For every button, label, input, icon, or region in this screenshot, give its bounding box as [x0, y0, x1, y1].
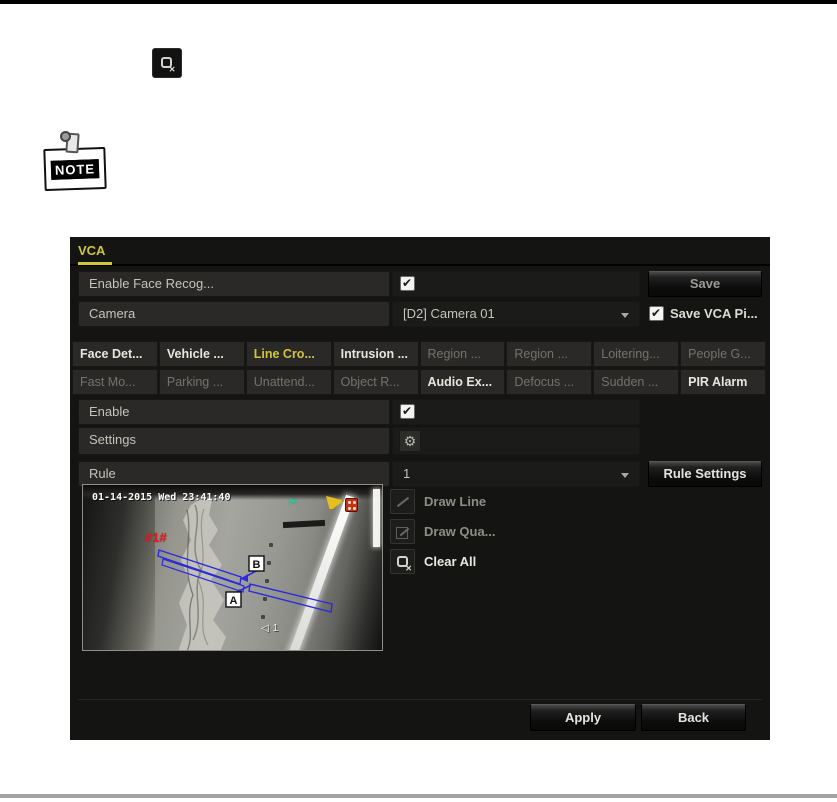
vca-header: VCA	[70, 237, 770, 266]
enable-field	[392, 399, 640, 425]
tab-label: Audio Ex...	[427, 375, 493, 389]
tab-vehicle[interactable]: Vehicle ...	[158, 341, 245, 367]
vca-title-underline	[78, 262, 112, 265]
tab-region[interactable]: Region ...	[506, 341, 593, 367]
tab-unattend[interactable]: Unattend...	[245, 369, 332, 395]
tab-object-r[interactable]: Object R...	[332, 369, 419, 395]
footer-divider	[78, 699, 762, 700]
vca-tab-title: VCA	[78, 243, 106, 258]
save-vca-pic-checkbox[interactable]	[649, 306, 664, 321]
vca-tabs-row2: Fast Mo... Parking ... Unattend... Object R…	[72, 369, 766, 395]
camera-label: Camera	[78, 301, 390, 327]
page-top-rule	[0, 0, 837, 4]
tab-line-cro[interactable]: Line Cro...	[245, 341, 332, 367]
tab-fast-mo[interactable]: Fast Mo...	[72, 369, 158, 395]
tab-label: Object R...	[340, 375, 400, 389]
draw-line-icon	[396, 496, 410, 508]
tab-label: Region ...	[514, 347, 568, 361]
tab-loitering[interactable]: Loitering...	[593, 341, 680, 367]
enable-face-recog-label: Enable Face Recog...	[78, 271, 390, 297]
gear-icon: ⚙	[403, 433, 417, 449]
note-badge: NOTE	[43, 131, 108, 193]
line-crossing-overlay: B A	[157, 549, 333, 613]
clear-all-glyph: ✕	[160, 56, 176, 74]
pushpin-icon	[60, 131, 71, 142]
tab-pir-alarm[interactable]: PIR Alarm	[680, 369, 766, 395]
settings-field	[392, 427, 640, 455]
enable-checkbox[interactable]	[400, 404, 415, 419]
tab-label: Defocus ...	[514, 375, 575, 389]
tab-label: PIR Alarm	[688, 375, 748, 389]
draw-quad-icon	[396, 527, 410, 539]
tab-label: Sudden ...	[601, 375, 659, 389]
marker-b-label: B	[253, 559, 261, 571]
clear-all-button[interactable]: ✕	[390, 549, 415, 574]
draw-line-button[interactable]	[390, 489, 415, 514]
chevron-down-icon	[621, 313, 629, 318]
tab-label: Intrusion ...	[340, 347, 408, 361]
tab-label: Parking ...	[166, 375, 224, 389]
draw-quad-label[interactable]: Draw Qua...	[424, 519, 496, 544]
save-vca-pic-label: Save VCA Pi...	[670, 306, 758, 321]
page-bottom-rule	[0, 794, 837, 798]
document-page: ✕ NOTE VCA Enable Face Recog... Save Cam…	[0, 0, 837, 802]
draw-line-label[interactable]: Draw Line	[424, 489, 486, 514]
tab-audio-ex[interactable]: Audio Ex...	[419, 369, 506, 395]
tab-intrusion[interactable]: Intrusion ...	[332, 341, 419, 367]
save-button[interactable]: Save	[648, 271, 762, 297]
enable-label: Enable	[78, 399, 390, 425]
note-board: NOTE	[43, 146, 107, 192]
clear-all-label[interactable]: Clear All	[424, 549, 476, 574]
clear-all-icon: ✕	[397, 556, 412, 573]
rule-select-value: 1	[403, 466, 411, 481]
camera-select-value: [D2] Camera 01	[403, 306, 495, 321]
vca-dialog: VCA Enable Face Recog... Save Camera [D2…	[70, 237, 770, 740]
tab-region[interactable]: Region ...	[419, 341, 506, 367]
settings-label: Settings	[78, 427, 390, 455]
tab-label: Vehicle ...	[166, 347, 224, 361]
tab-label: Face Det...	[80, 347, 143, 361]
apply-button[interactable]: Apply	[530, 704, 636, 731]
vca-tabs-row1: Face Det... Vehicle ... Line Cro... Intrusi…	[72, 341, 766, 367]
tab-people-g[interactable]: People G...	[680, 341, 766, 367]
enable-face-recog-checkbox[interactable]	[400, 276, 415, 291]
camera-select[interactable]: [D2] Camera 01	[392, 301, 640, 327]
tab-label: People G...	[688, 347, 751, 361]
rule-select[interactable]: 1	[392, 461, 640, 487]
tab-label: Line Cro...	[254, 342, 315, 366]
tab-label: Unattend...	[253, 375, 315, 389]
note-label: NOTE	[50, 158, 100, 180]
settings-gear-button[interactable]: ⚙	[399, 430, 421, 452]
tab-label: Loitering...	[601, 347, 660, 361]
chevron-down-icon	[621, 473, 629, 478]
video-preview[interactable]: 01-14-2015 Wed 23:41:40 ➤ #1# B A ◁ 1	[82, 484, 383, 651]
enable-face-recog-field	[392, 271, 640, 297]
tab-sudden[interactable]: Sudden ...	[593, 369, 680, 395]
tab-label: Region ...	[427, 347, 482, 361]
clear-all-icon[interactable]: ✕	[152, 48, 182, 78]
tab-defocus[interactable]: Defocus ...	[506, 369, 593, 395]
back-button[interactable]: Back	[641, 704, 746, 731]
tab-parking[interactable]: Parking ...	[158, 369, 245, 395]
rule-settings-button[interactable]: Rule Settings	[648, 461, 762, 487]
tab-face-det[interactable]: Face Det...	[72, 341, 158, 367]
tab-label: Fast Mo...	[80, 375, 136, 389]
draw-quad-button[interactable]	[390, 519, 415, 544]
marker-a-label: A	[230, 595, 238, 607]
